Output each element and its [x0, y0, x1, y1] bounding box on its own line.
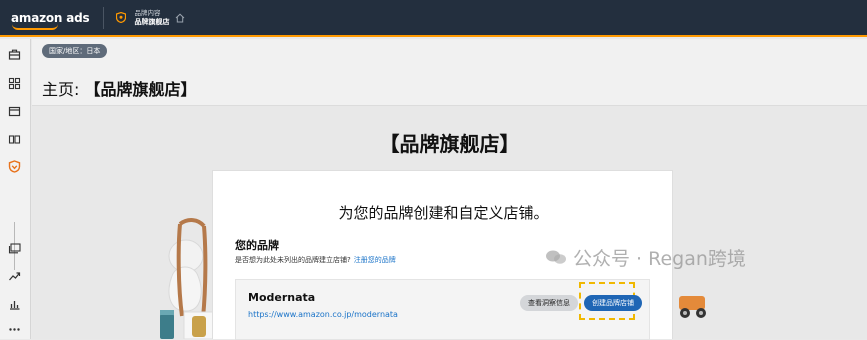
breadcrumb-parent[interactable]: 品牌内容 [134, 9, 169, 18]
unlisted-brand-text: 是否想为此处未列出的品牌建立店铺? [235, 256, 351, 264]
shield-icon[interactable] [8, 160, 21, 173]
briefcase-icon[interactable] [8, 48, 21, 61]
page-title-store: 【品牌旗舰店】 [84, 80, 197, 99]
my-brands-label: 您的品牌 [235, 239, 279, 252]
toy-illustration [679, 296, 706, 318]
main-content: 国家/地区：日本 主页: 【品牌旗舰店】 【品牌旗舰店】 为您的品牌创建和自定义… [32, 39, 867, 340]
register-brand-link[interactable]: 注册您的品牌 [354, 256, 396, 264]
breadcrumb-current: 品牌旗舰店 [134, 17, 170, 26]
store-canvas: 【品牌旗舰店】 为您的品牌创建和自定义店铺。 您的品牌 是否想为此处未列出的品牌… [32, 106, 867, 340]
top-nav-bar: amazon ads 品牌内容 品牌旗舰店 [0, 0, 867, 37]
left-sidebar [0, 39, 31, 339]
nav-divider [103, 6, 105, 29]
panel-heading: 为您的品牌创建和自定义店铺。 [338, 204, 549, 222]
media-icon[interactable] [8, 242, 21, 255]
brand-url-link[interactable]: https://www.amazon.co.jp/modernata [248, 310, 398, 319]
home-icon[interactable] [175, 13, 185, 23]
bar-chart-icon[interactable] [8, 298, 21, 311]
create-store-button[interactable]: 创建品牌店铺 [584, 295, 642, 311]
logo-smile-icon [12, 24, 58, 30]
page-title: 主页: 【品牌旗舰店】 [42, 76, 197, 100]
shield-icon [116, 12, 127, 23]
watermark: 公众号 · Regan跨境 [545, 245, 746, 270]
breadcrumb: 品牌内容 品牌旗舰店 [134, 9, 169, 27]
unlisted-brand-question: 是否想为此处未列出的品牌建立店铺? 注册您的品牌 [235, 255, 396, 265]
amazon-ads-logo[interactable]: amazon ads [11, 11, 90, 25]
more-icon[interactable] [8, 323, 21, 336]
brand-row: Modernata https://www.amazon.co.jp/moder… [235, 279, 650, 340]
trend-icon[interactable] [8, 270, 21, 283]
page-title-prefix: 主页: [42, 80, 80, 99]
store-heading: 【品牌旗舰店】 [379, 132, 520, 156]
brand-name: Modernata [248, 291, 316, 304]
wechat-icon [546, 250, 566, 264]
view-insights-button[interactable]: 查看洞察信息 [520, 295, 578, 311]
wallet-icon[interactable] [8, 105, 21, 118]
country-selector[interactable]: 国家/地区：日本 [42, 44, 108, 58]
grid-icon[interactable] [8, 77, 21, 90]
watermark-text: 公众号 · Regan跨境 [573, 247, 746, 270]
layout-icon[interactable] [8, 133, 21, 146]
product-illustration [160, 218, 214, 339]
